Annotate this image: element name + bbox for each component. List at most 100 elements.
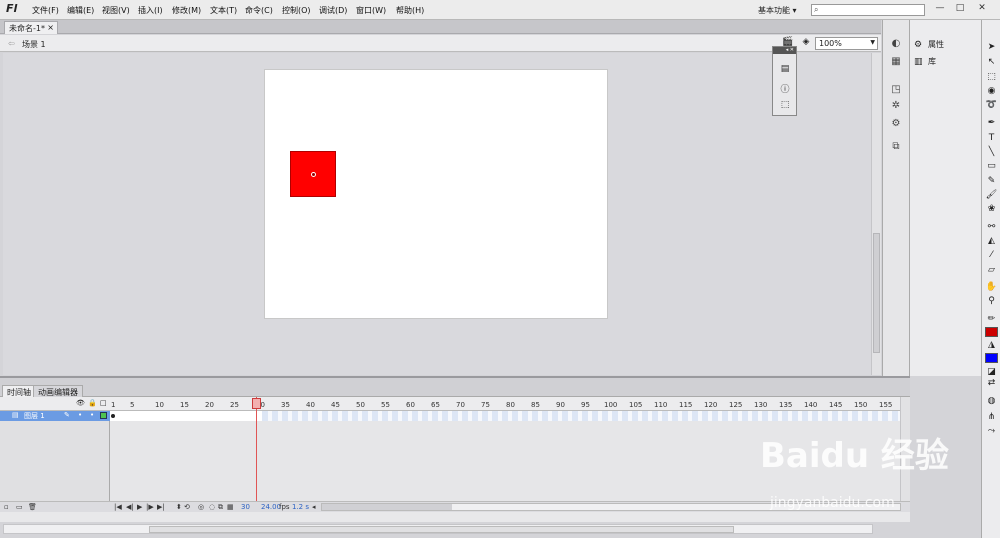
menu-insert[interactable]: 插入(I): [138, 5, 163, 16]
frames-row[interactable]: [110, 411, 900, 421]
loop-icon[interactable]: ⟲: [184, 503, 190, 511]
red-square-shape[interactable]: [290, 151, 336, 197]
ruler-tick: 5: [130, 401, 135, 409]
history-icon[interactable]: ⧉: [889, 141, 903, 153]
menu-debug[interactable]: 调试(D): [319, 5, 347, 16]
components-icon[interactable]: ✲: [889, 100, 903, 112]
lock-icon[interactable]: 🔒: [88, 399, 97, 407]
transform-icon[interactable]: ⬚: [779, 100, 791, 112]
color-icon[interactable]: ◐: [889, 38, 903, 50]
bone-tool-icon[interactable]: ⚯: [985, 222, 998, 234]
eye-icon[interactable]: 👁: [76, 399, 85, 407]
floating-panel-header[interactable]: ◂ ✕: [773, 47, 796, 54]
fill-color-swatch[interactable]: [985, 353, 998, 363]
playhead-line: [256, 397, 257, 501]
motion-presets-icon[interactable]: ◳: [889, 84, 903, 96]
empty-frames[interactable]: [262, 411, 900, 421]
3d-rotation-tool-icon[interactable]: ◉: [985, 86, 998, 98]
panel-icon-strip: ◐ ▦ ◳ ✲ ⚙ ⧉: [882, 20, 909, 376]
object-drawing-icon[interactable]: ◍: [985, 396, 998, 408]
tab-timeline[interactable]: 时间轴: [2, 385, 36, 397]
next-frame-icon[interactable]: |▶: [146, 503, 154, 511]
deco-tool-icon[interactable]: ❀: [985, 204, 998, 216]
pencil-tool-icon[interactable]: ✎: [985, 176, 998, 188]
menu-help[interactable]: 帮助(H): [396, 5, 424, 16]
menu-edit[interactable]: 编辑(E): [67, 5, 94, 16]
zoom-value: 100%: [819, 39, 842, 48]
workspace-switcher[interactable]: 基本功能 ▾: [758, 5, 797, 16]
info-icon[interactable]: ⓘ: [779, 82, 791, 95]
eraser-tool-icon[interactable]: ▱: [985, 265, 998, 277]
align-icon[interactable]: ▤: [779, 64, 791, 76]
smooth-icon[interactable]: ⤳: [985, 426, 998, 438]
lasso-tool-icon[interactable]: ➰: [985, 100, 998, 112]
scene-breadcrumb[interactable]: 场景 1: [22, 39, 46, 50]
onion-skin-icon[interactable]: ◎: [198, 503, 204, 511]
new-folder-icon[interactable]: ▭: [16, 503, 23, 511]
current-frame[interactable]: 30: [241, 503, 250, 511]
keyframe[interactable]: [110, 412, 118, 420]
library-tab[interactable]: ▥ 库: [914, 56, 936, 67]
layer-name[interactable]: 图层 1: [24, 411, 45, 421]
menu-view[interactable]: 视图(V): [102, 5, 130, 16]
tab-motion-editor[interactable]: 动画编辑器: [33, 385, 83, 397]
hand-tool-icon[interactable]: ✋: [985, 282, 998, 294]
stage-vertical-scrollbar[interactable]: [871, 53, 881, 375]
zoom-tool-icon[interactable]: ⚲: [985, 296, 998, 308]
code-snippets-icon[interactable]: ⚙: [889, 118, 903, 130]
selection-tool-icon[interactable]: ➤: [985, 42, 998, 54]
document-tab[interactable]: 未命名-1* ×: [4, 21, 58, 34]
close-icon[interactable]: ×: [47, 23, 54, 32]
stage-horizontal-scrollbar[interactable]: [3, 524, 873, 534]
first-frame-icon[interactable]: |◀: [114, 503, 122, 511]
pen-tool-icon[interactable]: ✒: [985, 118, 998, 130]
menu-text[interactable]: 文本(T): [210, 5, 237, 16]
scrollbar-thumb[interactable]: [873, 233, 880, 353]
scrollbar-thumb[interactable]: [149, 526, 734, 533]
menu-window[interactable]: 窗口(W): [356, 5, 386, 16]
menu-modify[interactable]: 修改(M): [172, 5, 201, 16]
zoom-select[interactable]: 100% ▼: [815, 37, 878, 50]
menu-file[interactable]: 文件(F): [32, 5, 59, 16]
stroke-color-swatch[interactable]: [985, 327, 998, 337]
line-tool-icon[interactable]: ╲: [985, 147, 998, 159]
minimize-button[interactable]: —: [933, 3, 947, 15]
scroll-left-icon[interactable]: ◂: [312, 503, 316, 511]
new-layer-icon[interactable]: ▫: [4, 503, 9, 511]
back-arrow-icon[interactable]: ⇦: [8, 39, 15, 48]
playhead[interactable]: [252, 398, 261, 409]
lock-dot-icon[interactable]: •: [90, 411, 94, 419]
last-frame-icon[interactable]: ▶|: [157, 503, 165, 511]
edit-symbol-icon[interactable]: ◈: [800, 37, 812, 49]
snap-icon[interactable]: ⋔: [985, 412, 998, 424]
brush-tool-icon[interactable]: 🖌: [985, 190, 998, 202]
onion-outline-icon[interactable]: ◌: [209, 503, 215, 511]
text-tool-icon[interactable]: T: [985, 133, 998, 145]
outline-icon[interactable]: □: [100, 399, 107, 407]
menu-commands[interactable]: 命令(C): [245, 5, 273, 16]
close-window-button[interactable]: ✕: [975, 3, 989, 15]
eyedropper-tool-icon[interactable]: ⁄: [985, 250, 998, 262]
layer-color-box[interactable]: [100, 412, 107, 419]
prev-frame-icon[interactable]: ◀|: [126, 503, 134, 511]
center-frame-icon[interactable]: ⬍: [176, 503, 182, 511]
properties-tab[interactable]: ⚙ 属性: [914, 39, 944, 50]
layer-row[interactable]: ▤ 图层 1 ✎ • •: [0, 411, 110, 421]
swap-colors-icon[interactable]: ⇄: [985, 378, 998, 390]
subselection-tool-icon[interactable]: ↖: [985, 57, 998, 69]
play-icon[interactable]: ▶: [137, 503, 142, 511]
scrollbar-thumb[interactable]: [322, 504, 452, 510]
onion-markers-icon[interactable]: ▦: [227, 503, 234, 511]
menu-control[interactable]: 控制(O): [282, 5, 311, 16]
rectangle-tool-icon[interactable]: ▭: [985, 161, 998, 173]
visible-dot-icon[interactable]: •: [78, 411, 82, 419]
edit-multiple-icon[interactable]: ⧉: [218, 503, 223, 512]
free-transform-tool-icon[interactable]: ⬚: [985, 72, 998, 84]
chevron-down-icon: ▼: [870, 39, 875, 46]
swatches-icon[interactable]: ▦: [889, 56, 903, 68]
delete-layer-icon[interactable]: 🗑: [28, 503, 37, 511]
search-input[interactable]: ⌕: [811, 4, 925, 16]
frame-ruler[interactable]: 1 5 10 15 20 25 30 35 40 45 50 55 60 65 …: [110, 397, 900, 411]
restore-button[interactable]: □: [953, 3, 967, 15]
paint-bucket-tool-icon[interactable]: ◭: [985, 236, 998, 248]
